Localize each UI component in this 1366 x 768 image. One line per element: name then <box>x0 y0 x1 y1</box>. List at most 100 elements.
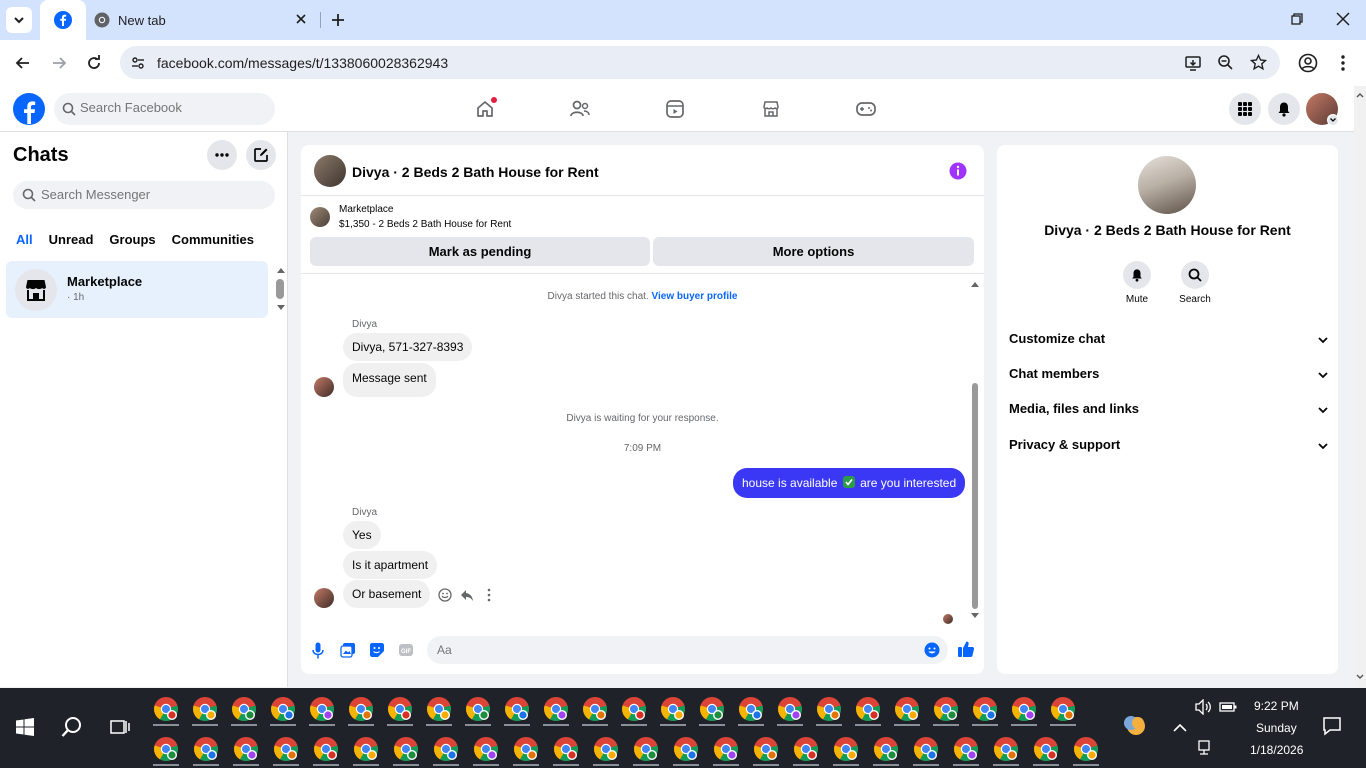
chats-options-button[interactable] <box>207 140 237 170</box>
chrome-taskbar-icon[interactable] <box>393 736 419 766</box>
chrome-taskbar-icon[interactable] <box>933 696 959 726</box>
chrome-taskbar-icon[interactable] <box>233 736 259 766</box>
search-action[interactable]: Search <box>1165 261 1225 305</box>
incoming-message[interactable]: Divya, 571-327-8393 <box>343 333 473 361</box>
photo-icon[interactable] <box>340 642 356 658</box>
chrome-taskbar-icon[interactable] <box>426 696 452 726</box>
chrome-taskbar-icon[interactable] <box>699 696 725 726</box>
message-input-box[interactable] <box>427 636 948 664</box>
chat-members-section[interactable]: Chat members <box>1009 366 1329 386</box>
chrome-taskbar-icon[interactable] <box>816 696 842 726</box>
chrome-taskbar-icon[interactable] <box>348 696 374 726</box>
reply-icon[interactable] <box>460 588 474 602</box>
chevron-up-icon[interactable] <box>1173 723 1187 733</box>
filter-groups[interactable]: Groups <box>103 225 161 254</box>
gaming-icon[interactable] <box>855 99 877 119</box>
chrome-taskbar-icon[interactable] <box>513 736 539 766</box>
thumbs-up-icon[interactable] <box>957 640 975 658</box>
chrome-taskbar-icon[interactable] <box>473 736 499 766</box>
chrome-taskbar-icon[interactable] <box>1011 696 1037 726</box>
new-message-button[interactable] <box>246 140 276 170</box>
close-window-icon[interactable] <box>1336 12 1350 26</box>
sender-avatar[interactable] <box>314 377 334 397</box>
customize-chat-section[interactable]: Customize chat <box>1009 331 1329 351</box>
tab-search-button[interactable] <box>6 7 32 33</box>
mute-action[interactable]: Mute <box>1107 261 1167 305</box>
chrome-taskbar-icon[interactable] <box>633 736 659 766</box>
new-tab-plus-icon[interactable] <box>329 11 347 29</box>
scroll-down-arrow-icon[interactable] <box>276 304 286 312</box>
facebook-search-input[interactable] <box>80 100 260 115</box>
restore-window-icon[interactable] <box>1290 12 1304 26</box>
message-input[interactable] <box>437 643 897 657</box>
tab-new-tab[interactable]: New tab <box>94 0 320 40</box>
chrome-taskbar-icon[interactable] <box>553 736 579 766</box>
privacy-support-section[interactable]: Privacy & support <box>1009 437 1329 457</box>
chrome-taskbar-icon[interactable] <box>153 736 179 766</box>
chrome-taskbar-icon[interactable] <box>1033 736 1059 766</box>
marketplace-icon[interactable] <box>761 99 781 119</box>
chrome-taskbar-icon[interactable] <box>270 696 296 726</box>
incoming-message[interactable]: Yes <box>343 521 381 549</box>
react-emoji-icon[interactable] <box>438 588 452 602</box>
chrome-taskbar-icon[interactable] <box>894 696 920 726</box>
more-options-button[interactable]: More options <box>653 237 974 266</box>
bookmark-star-icon[interactable] <box>1250 54 1267 71</box>
search-conversation-button[interactable] <box>1181 261 1209 289</box>
forward-arrow-icon[interactable] <box>50 54 68 72</box>
incoming-message[interactable]: Message sent <box>343 363 436 397</box>
close-tab-icon[interactable] <box>294 12 308 26</box>
chrome-taskbar-icon[interactable] <box>193 736 219 766</box>
chrome-taskbar-icon[interactable] <box>231 696 257 726</box>
message-more-icon[interactable] <box>486 588 492 602</box>
chrome-taskbar-icon[interactable] <box>1050 696 1076 726</box>
chrome-taskbar-icon[interactable] <box>713 736 739 766</box>
chrome-taskbar-icon[interactable] <box>673 736 699 766</box>
friends-icon[interactable] <box>569 99 591 119</box>
view-buyer-profile-link[interactable]: View buyer profile <box>651 291 737 302</box>
chrome-taskbar-icon[interactable] <box>153 696 179 726</box>
facebook-logo-icon[interactable] <box>13 93 45 125</box>
battery-icon[interactable] <box>1219 701 1237 713</box>
address-bar[interactable]: facebook.com/messages/t/1338060028362943 <box>120 46 1280 79</box>
chrome-taskbar-icon[interactable] <box>793 736 819 766</box>
mute-button[interactable] <box>1123 261 1151 289</box>
chrome-taskbar-icon[interactable] <box>313 736 339 766</box>
profile-icon[interactable] <box>1298 53 1318 73</box>
media-files-links-section[interactable]: Media, files and links <box>1009 401 1329 421</box>
chrome-taskbar-icon[interactable] <box>387 696 413 726</box>
chrome-taskbar-icon[interactable] <box>738 696 764 726</box>
chrome-taskbar-icon[interactable] <box>309 696 335 726</box>
account-chevron-badge[interactable] <box>1327 114 1339 126</box>
chrome-taskbar-icon[interactable] <box>993 736 1019 766</box>
gif-icon[interactable]: GIF <box>398 642 414 658</box>
chrome-taskbar-icon[interactable] <box>504 696 530 726</box>
chrome-taskbar-icon[interactable] <box>273 736 299 766</box>
clock-date[interactable]: 1/18/2026 <box>1250 743 1303 757</box>
chrome-taskbar-icon[interactable] <box>353 736 379 766</box>
chrome-taskbar-icon[interactable] <box>753 736 779 766</box>
chrome-taskbar-icon[interactable] <box>855 696 881 726</box>
task-view-icon[interactable] <box>110 718 130 736</box>
incoming-message[interactable]: Or basement <box>343 580 431 608</box>
chrome-taskbar-icon[interactable] <box>465 696 491 726</box>
messenger-search-input[interactable] <box>41 187 221 202</box>
chats-scroll-thumb[interactable] <box>276 279 284 299</box>
notification-center-icon[interactable] <box>1322 716 1342 736</box>
filter-all[interactable]: All <box>10 225 39 254</box>
scroll-down-arrow-icon[interactable] <box>1354 672 1366 682</box>
outgoing-message[interactable]: house is available are you interested <box>733 468 966 498</box>
site-settings-icon[interactable] <box>130 55 146 71</box>
kebab-menu-icon[interactable] <box>1336 54 1350 72</box>
chrome-taskbar-icon[interactable] <box>777 696 803 726</box>
chrome-taskbar-icon[interactable] <box>873 736 899 766</box>
menu-button[interactable] <box>1229 93 1261 125</box>
scroll-down-arrow-icon[interactable] <box>970 612 980 620</box>
facebook-search[interactable] <box>54 93 275 125</box>
mark-as-pending-button[interactable]: Mark as pending <box>310 237 650 266</box>
scroll-up-arrow-icon[interactable] <box>1354 90 1366 100</box>
filter-communities[interactable]: Communities <box>166 225 260 254</box>
weather-moon-icon[interactable] <box>1124 714 1148 738</box>
taskbar-search-icon[interactable] <box>61 716 83 738</box>
chrome-taskbar-icon[interactable] <box>660 696 686 726</box>
